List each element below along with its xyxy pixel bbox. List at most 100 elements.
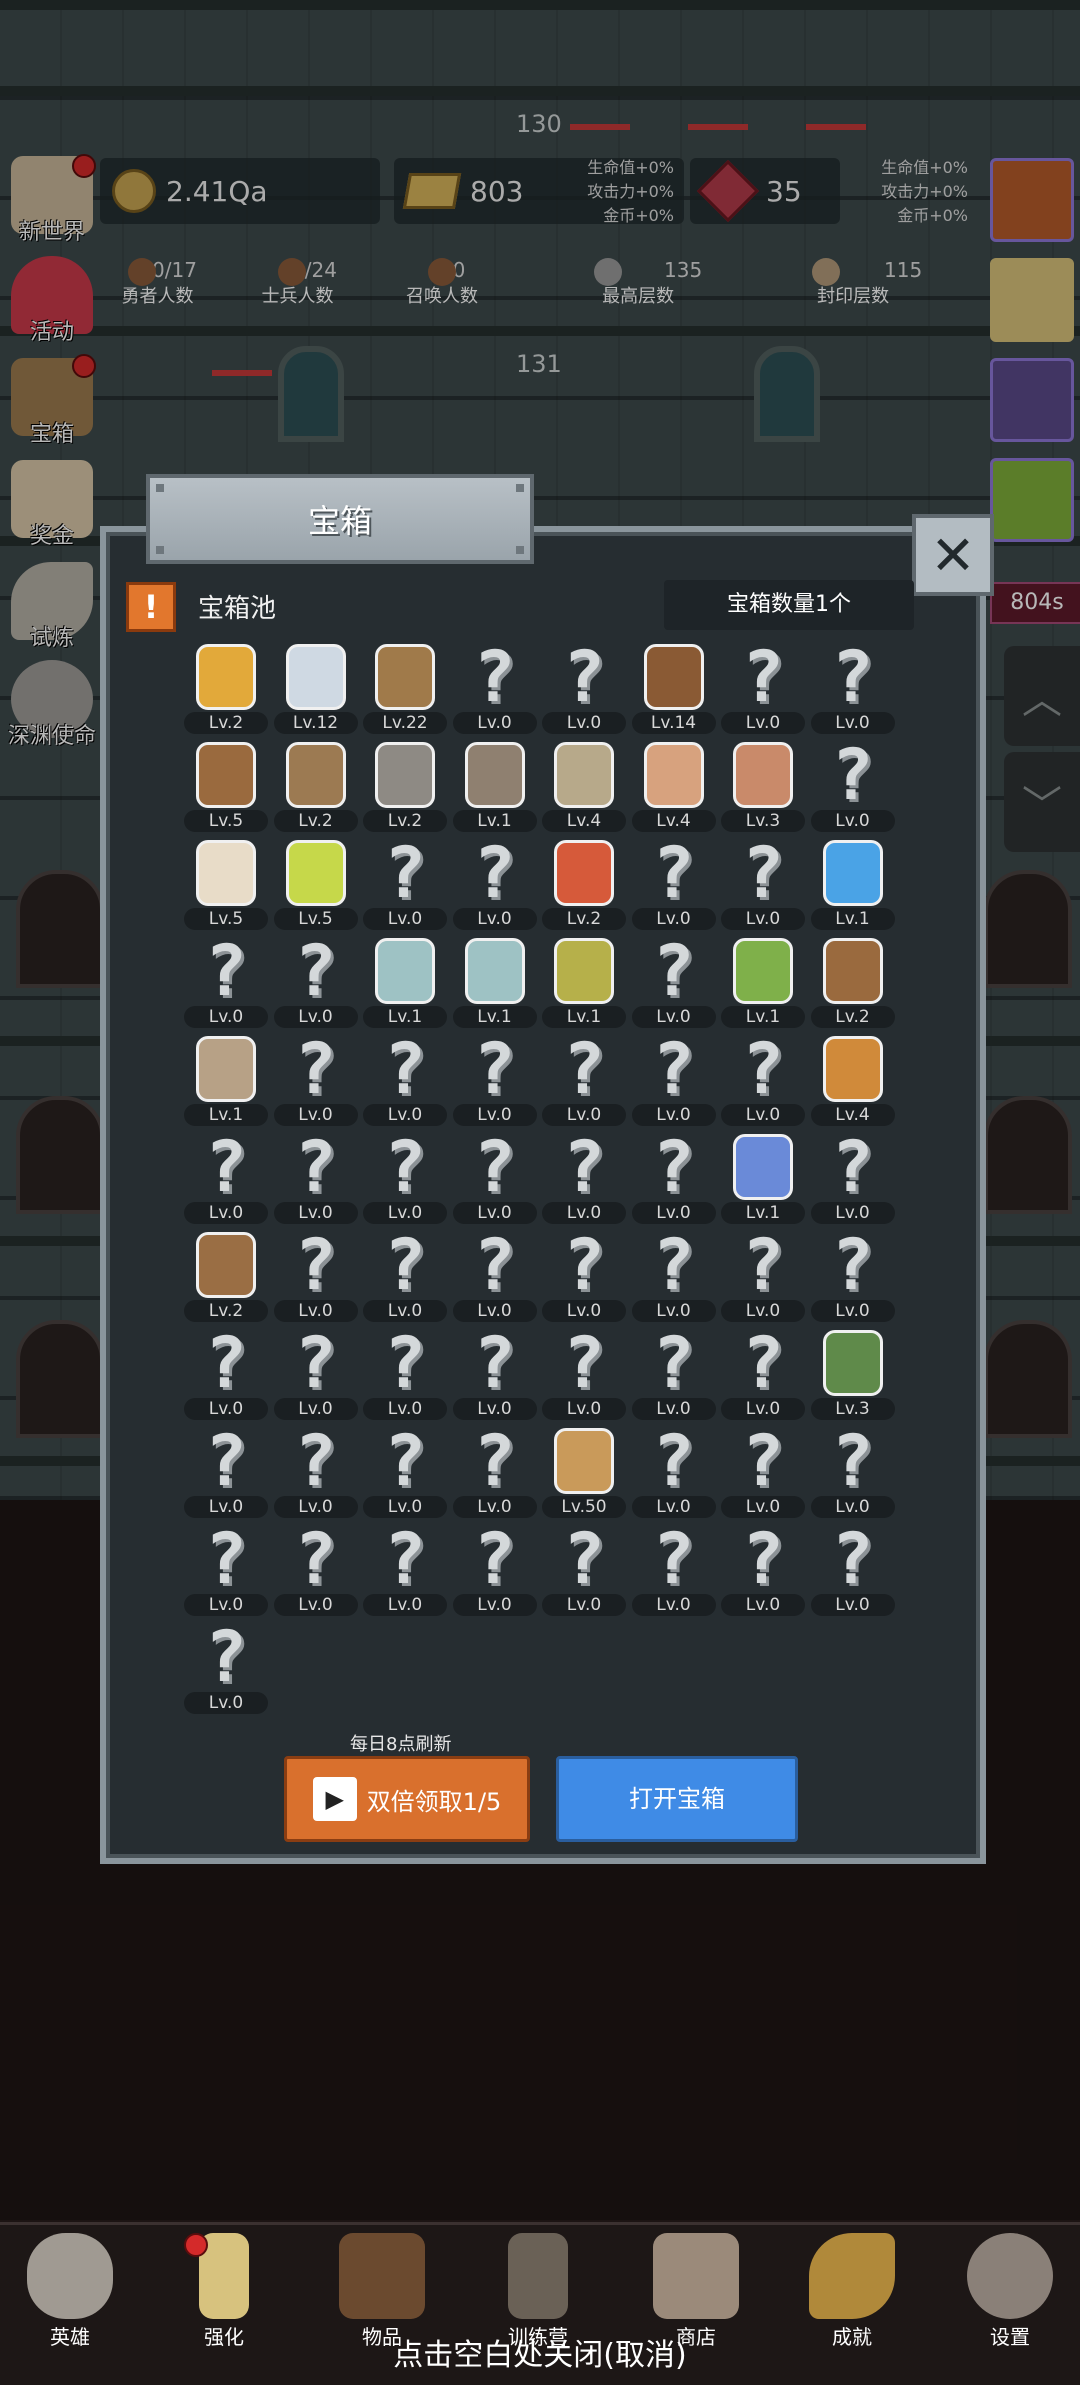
item-slot[interactable]: ? Lv.0 bbox=[182, 936, 270, 1028]
close-hint[interactable]: 点击空白处关闭(取消) bbox=[0, 2330, 1080, 2374]
item-slot[interactable]: ? Lv.0 bbox=[272, 1426, 360, 1518]
unknown-icon: ? bbox=[383, 1224, 427, 1306]
item-slot[interactable]: Lv.4 bbox=[809, 1034, 897, 1126]
item-slot[interactable]: ? Lv.0 bbox=[630, 936, 718, 1028]
item-slot[interactable]: ? Lv.0 bbox=[630, 838, 718, 930]
item-slot[interactable]: ? Lv.0 bbox=[451, 838, 539, 930]
item-slot[interactable]: ? Lv.0 bbox=[272, 1230, 360, 1322]
item-slot[interactable]: ? Lv.0 bbox=[361, 1328, 449, 1420]
item-slot[interactable]: Lv.22 bbox=[361, 642, 449, 734]
item-slot[interactable]: Lv.12 bbox=[272, 642, 360, 734]
item-slot[interactable]: ? Lv.0 bbox=[272, 936, 360, 1028]
item-slot[interactable]: ? Lv.0 bbox=[182, 1132, 270, 1224]
item-slot[interactable]: ? Lv.0 bbox=[809, 1230, 897, 1322]
item-slot[interactable]: Lv.5 bbox=[182, 740, 270, 832]
item-level: Lv.0 bbox=[184, 1202, 268, 1224]
unknown-icon: ? bbox=[383, 1518, 427, 1600]
item-slot[interactable]: ? Lv.0 bbox=[540, 1126, 628, 1224]
item-slot[interactable]: Lv.3 bbox=[719, 740, 807, 832]
item-level: Lv.3 bbox=[810, 1398, 895, 1420]
item-slot[interactable]: ? Lv.0 bbox=[540, 1328, 628, 1420]
unknown-icon: ? bbox=[473, 1224, 516, 1306]
item-slot[interactable]: ? Lv.0 bbox=[182, 1328, 270, 1420]
item-slot[interactable]: Lv.4 bbox=[540, 740, 628, 832]
item-slot[interactable]: ? Lv.0 bbox=[630, 1328, 718, 1420]
item-slot[interactable]: ? Lv.0 bbox=[809, 1132, 897, 1224]
item-slot[interactable]: ? Lv.0 bbox=[809, 740, 897, 832]
unknown-icon: ? bbox=[473, 1028, 516, 1110]
item-slot[interactable]: ? Lv.0 bbox=[182, 1524, 270, 1616]
item-slot[interactable]: ? Lv.0 bbox=[809, 1426, 897, 1518]
item-slot[interactable]: ? Lv.0 bbox=[361, 1034, 449, 1126]
item-slot[interactable]: Lv.1 bbox=[719, 1132, 807, 1224]
item-slot[interactable]: ? Lv.0 bbox=[719, 1328, 807, 1420]
item-level: Lv.0 bbox=[631, 1496, 716, 1518]
item-slot[interactable]: ? Lv.0 bbox=[630, 1230, 718, 1322]
item-slot[interactable]: ? Lv.0 bbox=[272, 1524, 360, 1616]
item-slot[interactable]: ? Lv.0 bbox=[540, 1230, 628, 1322]
item-slot[interactable]: ? Lv.0 bbox=[719, 642, 807, 734]
item-slot[interactable]: ? Lv.0 bbox=[272, 1328, 360, 1420]
item-slot[interactable]: ? Lv.0 bbox=[540, 642, 628, 734]
item-slot[interactable]: ? Lv.0 bbox=[361, 1224, 449, 1322]
item-slot[interactable]: Lv.50 bbox=[540, 1426, 628, 1518]
item-level: Lv.0 bbox=[363, 1104, 447, 1126]
item-slot[interactable]: Lv.4 bbox=[630, 740, 718, 832]
item-slot[interactable]: Lv.2 bbox=[182, 642, 270, 734]
item-slot[interactable]: ? Lv.0 bbox=[182, 1622, 270, 1714]
item-level: Lv.0 bbox=[184, 1594, 268, 1616]
item-slot[interactable]: Lv.1 bbox=[719, 936, 807, 1028]
item-slot[interactable]: ? Lv.0 bbox=[451, 1426, 539, 1518]
item-slot[interactable]: Lv.1 bbox=[451, 936, 539, 1028]
item-slot[interactable]: ? Lv.0 bbox=[719, 1524, 807, 1616]
unknown-icon: ? bbox=[741, 1028, 785, 1110]
item-slot[interactable]: ? Lv.0 bbox=[361, 1132, 449, 1224]
item-level: Lv.4 bbox=[810, 1104, 895, 1126]
close-button[interactable]: ✕ bbox=[912, 514, 994, 596]
item-slot[interactable]: ? Lv.0 bbox=[361, 1426, 449, 1518]
item-slot[interactable]: Lv.2 bbox=[182, 1230, 270, 1322]
item-slot[interactable]: Lv.1 bbox=[809, 838, 897, 930]
item-slot[interactable]: Lv.1 bbox=[540, 936, 628, 1028]
double-claim-button[interactable]: ▶ 双倍领取1/5 bbox=[284, 1756, 530, 1842]
item-slot[interactable]: ? Lv.0 bbox=[451, 1132, 539, 1224]
item-slot[interactable]: ? Lv.0 bbox=[630, 1426, 718, 1518]
item-slot[interactable]: ? Lv.0 bbox=[272, 1034, 360, 1126]
warning-icon[interactable]: ! bbox=[126, 582, 176, 632]
item-slot[interactable]: ? Lv.0 bbox=[719, 1028, 807, 1126]
item-slot[interactable]: ? Lv.0 bbox=[630, 1524, 718, 1616]
item-slot[interactable]: ? Lv.0 bbox=[630, 1132, 718, 1224]
item-slot[interactable]: ? Lv.0 bbox=[361, 1518, 449, 1616]
item-slot[interactable]: ? Lv.0 bbox=[719, 1230, 807, 1322]
item-slot[interactable]: Lv.1 bbox=[182, 1034, 270, 1126]
item-slot[interactable]: ? Lv.0 bbox=[451, 1328, 539, 1420]
item-slot[interactable]: Lv.14 bbox=[630, 642, 718, 734]
item-slot[interactable]: ? Lv.0 bbox=[451, 1028, 539, 1126]
item-slot[interactable]: Lv.2 bbox=[540, 838, 628, 930]
item-slot[interactable]: ? Lv.0 bbox=[182, 1426, 270, 1518]
item-slot[interactable]: ? Lv.0 bbox=[719, 838, 807, 930]
unknown-icon: ? bbox=[562, 1126, 606, 1208]
item-slot[interactable]: ? Lv.0 bbox=[719, 1426, 807, 1518]
item-slot[interactable]: ? Lv.0 bbox=[272, 1132, 360, 1224]
item-slot[interactable]: ? Lv.0 bbox=[361, 838, 449, 930]
item-slot[interactable]: ? Lv.0 bbox=[540, 1524, 628, 1616]
open-chest-button[interactable]: 打开宝箱 bbox=[556, 1756, 798, 1842]
item-slot[interactable]: ? Lv.0 bbox=[451, 642, 539, 734]
item-level: Lv.0 bbox=[631, 1300, 716, 1322]
item-slot[interactable]: ? Lv.0 bbox=[809, 1524, 897, 1616]
item-slot[interactable]: ? Lv.0 bbox=[540, 1034, 628, 1126]
item-slot[interactable]: Lv.3 bbox=[809, 1328, 897, 1420]
item-slot[interactable]: Lv.1 bbox=[451, 740, 539, 832]
item-slot[interactable]: Lv.2 bbox=[809, 936, 897, 1028]
red-potion-icon bbox=[554, 840, 614, 906]
item-slot[interactable]: Lv.5 bbox=[272, 838, 360, 930]
item-slot[interactable]: Lv.2 bbox=[361, 740, 449, 832]
item-slot[interactable]: ? Lv.0 bbox=[630, 1034, 718, 1126]
item-slot[interactable]: Lv.5 bbox=[182, 838, 270, 930]
item-slot[interactable]: Lv.2 bbox=[272, 740, 360, 832]
item-slot[interactable]: ? Lv.0 bbox=[809, 642, 897, 734]
item-slot[interactable]: ? Lv.0 bbox=[451, 1524, 539, 1616]
item-slot[interactable]: ? Lv.0 bbox=[451, 1224, 539, 1322]
item-slot[interactable]: Lv.1 bbox=[361, 936, 449, 1028]
